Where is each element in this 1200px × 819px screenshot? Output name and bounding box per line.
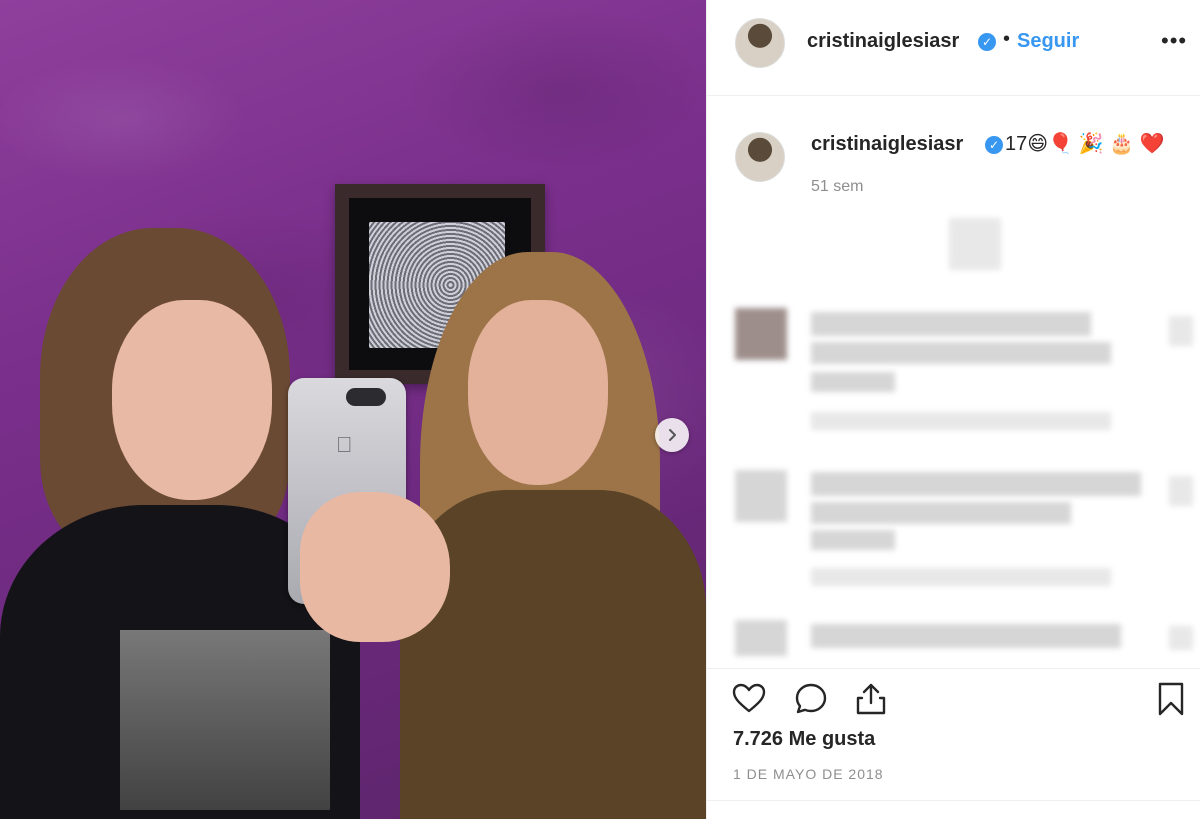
post-image[interactable]:  xyxy=(0,0,706,819)
comment-meta xyxy=(811,568,1111,586)
caption-avatar[interactable] xyxy=(735,132,785,182)
comment-meta xyxy=(811,412,1111,430)
save-button[interactable] xyxy=(1153,681,1189,717)
comment-text xyxy=(811,472,1141,496)
username-link[interactable]: cristinaiglesiasr xyxy=(807,30,959,53)
comment-avatar xyxy=(735,308,787,360)
comment-avatar xyxy=(735,470,787,522)
comment-like-icon xyxy=(1169,476,1193,506)
chevron-right-icon xyxy=(669,429,676,441)
hand xyxy=(300,492,450,642)
shirt-print xyxy=(120,630,330,810)
like-count[interactable]: 7.726 Me gusta xyxy=(733,728,875,751)
person-right-sweater xyxy=(400,490,706,819)
share-button[interactable] xyxy=(853,681,889,717)
post-header: cristinaiglesiasr ✓ • Seguir ••• xyxy=(707,0,1200,96)
heart-icon xyxy=(732,683,766,713)
share-icon xyxy=(856,683,886,715)
comment-like-icon xyxy=(1169,626,1193,650)
post-sidebar: cristinaiglesiasr ✓ • Seguir ••• cristin… xyxy=(706,0,1200,819)
separator-dot: • xyxy=(1003,28,1011,50)
person-left-face xyxy=(112,300,272,500)
comment-icon xyxy=(795,683,827,714)
comment-button[interactable] xyxy=(793,681,829,717)
comment-text xyxy=(811,624,1121,648)
verified-badge-icon: ✓ xyxy=(978,33,996,51)
apple-logo-icon:  xyxy=(336,432,353,458)
caption-timestamp[interactable]: 51 sem xyxy=(811,178,863,196)
verified-badge-icon: ✓ xyxy=(985,136,1003,154)
post-date[interactable]: 1 DE MAYO DE 2018 xyxy=(733,766,884,782)
comment-text xyxy=(811,312,1091,336)
avatar[interactable] xyxy=(735,18,785,68)
blurred-element xyxy=(949,218,1001,270)
comment-like-icon xyxy=(1169,316,1193,346)
post-actions xyxy=(707,668,1200,729)
caption-username-link[interactable]: cristinaiglesiasr xyxy=(811,133,963,156)
follow-button[interactable]: Seguir xyxy=(1017,30,1079,53)
divider xyxy=(707,800,1200,801)
comment-avatar xyxy=(735,620,787,656)
next-image-button[interactable] xyxy=(655,418,689,452)
like-button[interactable] xyxy=(731,681,767,717)
caption-text: 17😄🎈 🎉 🎂 ❤️ xyxy=(1005,133,1165,155)
person-right-face xyxy=(468,300,608,485)
more-options-icon[interactable]: ••• xyxy=(1161,28,1187,54)
bookmark-icon xyxy=(1158,682,1184,716)
